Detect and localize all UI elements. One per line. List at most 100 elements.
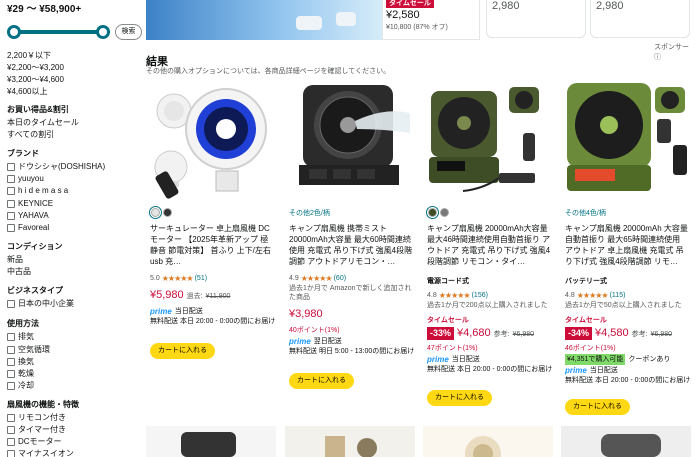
add-to-cart-button[interactable]: カートに入れる — [565, 399, 630, 415]
swatch-black[interactable] — [163, 208, 172, 217]
star-icon: ★★★★★ — [161, 274, 194, 283]
checkbox[interactable] — [7, 199, 15, 208]
usage-filter[interactable]: 空気循環 — [7, 344, 50, 355]
product-image[interactable] — [561, 426, 691, 457]
feature-filter[interactable]: マイナスイオン — [7, 448, 74, 457]
price[interactable]: ¥4,680 — [457, 328, 491, 339]
old-price: ¥6,980 — [512, 331, 535, 338]
swatch-white[interactable] — [149, 206, 162, 219]
brand-filter[interactable]: Favoreal — [7, 222, 49, 233]
swatch-gray[interactable] — [440, 208, 449, 217]
price[interactable]: ¥3,980 — [289, 309, 323, 320]
other-colors-link[interactable]: その他2色/柄 — [289, 208, 330, 219]
product-title[interactable]: キャンプ扇風機 携帯ミスト 20000mAh大容量 最大60時間連続使用 充電式… — [289, 223, 413, 267]
product-title[interactable]: キャンプ扇風機 20000mAh大容量 最大46時間連続使用自動首振り アウトド… — [427, 223, 551, 267]
checkbox[interactable] — [7, 223, 15, 232]
checkbox[interactable] — [7, 357, 15, 366]
sponsored-banner[interactable] — [146, 0, 382, 40]
checkbox[interactable] — [7, 425, 15, 434]
price-slider[interactable]: 検索 — [7, 24, 142, 40]
price-link-4[interactable]: ¥4,600以上 — [7, 86, 47, 97]
rating-value: 4.9 — [289, 275, 299, 282]
other-colors-link[interactable]: その他4色/柄 — [565, 208, 606, 219]
brand-filter[interactable]: KEYNICE — [7, 198, 53, 209]
brand-filter[interactable]: yuuyou — [7, 173, 44, 184]
rating[interactable]: 5.0 ★★★★★ (51) — [150, 273, 207, 284]
checkbox[interactable] — [7, 186, 15, 195]
checkbox[interactable] — [7, 211, 15, 220]
slider-min-handle[interactable] — [7, 25, 21, 39]
points: 40ポイント(1%) — [289, 327, 340, 334]
slider-max-handle[interactable] — [96, 25, 110, 39]
rating[interactable]: 4.8 ★★★★★ (156) — [427, 290, 488, 301]
coupon-row[interactable]: ¥4,351で購入可能 クーポンあり — [565, 354, 670, 365]
sponsored-deal-card[interactable]: タイムセール ¥2,580 ¥10,800 (87% オフ) — [382, 0, 480, 40]
points: 47ポイント(1%) — [427, 345, 478, 352]
rating[interactable]: 4.8 ★★★★★ (115) — [565, 290, 625, 301]
timesale-label: タイムセール — [565, 317, 607, 324]
deals-link-timesale[interactable]: 本日のタイムセール — [7, 117, 79, 128]
deals-link-all[interactable]: すべての割引 — [7, 129, 54, 140]
prime-icon: prime — [289, 337, 311, 346]
rating[interactable]: 4.9 ★★★★★ (60) — [289, 273, 346, 284]
checkbox[interactable] — [7, 437, 15, 446]
product-image[interactable] — [285, 77, 415, 201]
brand-filter[interactable]: YAHAVA — [7, 210, 49, 221]
prime-badge: prime 当日配送 — [565, 365, 618, 376]
discount-badge: -34% — [565, 327, 593, 340]
checkbox[interactable] — [7, 449, 15, 457]
product-image[interactable] — [146, 426, 276, 457]
review-count[interactable]: (156) — [472, 290, 488, 301]
usage-filter[interactable]: 換気 — [7, 356, 34, 367]
usage-filter[interactable]: 冷却 — [7, 380, 34, 391]
usage-filter[interactable]: 乾燥 — [7, 368, 34, 379]
checkbox[interactable] — [7, 369, 15, 378]
checkbox[interactable] — [7, 381, 15, 390]
condition-used-link[interactable]: 中古品 — [7, 266, 31, 277]
prime-badge: prime 当日配送 — [150, 306, 203, 317]
prime-badge: prime 当日配送 — [427, 354, 480, 365]
sponsored-card[interactable]: 2,980 — [590, 0, 690, 38]
product-title[interactable]: キャンプ扇風機 20000mAh 大容量 自動首振り 最大65時間連続使用 アウ… — [565, 223, 689, 267]
checkbox[interactable] — [7, 162, 15, 171]
business-filter[interactable]: 日本の中小企業 — [7, 298, 74, 309]
price-link-3[interactable]: ¥3,200〜¥4,600 — [7, 74, 64, 85]
product-image[interactable] — [285, 426, 415, 457]
feature-filter[interactable]: リモコン付き — [7, 412, 66, 423]
swatch-green[interactable] — [426, 206, 439, 219]
price[interactable]: ¥5,980 — [150, 290, 184, 301]
checkbox[interactable] — [7, 345, 15, 354]
add-to-cart-button[interactable]: カートに入れる — [289, 373, 354, 389]
price[interactable]: ¥4,580 — [595, 328, 629, 339]
slider-track[interactable] — [13, 30, 103, 34]
add-to-cart-button[interactable]: カートに入れる — [427, 390, 492, 406]
price-link-2[interactable]: ¥2,200〜¥3,200 — [7, 62, 64, 73]
product-image[interactable] — [146, 77, 276, 201]
feature-filter[interactable]: DCモーター — [7, 436, 62, 447]
price-link-1[interactable]: 2,200￥以下 — [7, 50, 51, 61]
product-title[interactable]: サーキュレーター 卓上扇風機 DC モーター 【2025年革新アップ 極静音 節… — [150, 223, 274, 267]
price-search-button[interactable]: 検索 — [115, 24, 142, 40]
product-image[interactable] — [423, 77, 553, 201]
sponsor-label[interactable]: スポンサー ⓘ — [654, 42, 695, 62]
brand-filter[interactable]: ドウシシャ(DOSHISHA) — [7, 161, 105, 172]
sponsored-card[interactable]: 2,980 — [486, 0, 586, 38]
checkbox[interactable] — [7, 299, 15, 308]
old-price: ¥6,980 — [650, 331, 673, 338]
feature-filter[interactable]: タイマー付き — [7, 424, 66, 435]
condition-new-link[interactable]: 新品 — [7, 254, 23, 265]
timesale-label: タイムセール — [427, 317, 469, 324]
add-to-cart-button[interactable]: カートに入れる — [150, 343, 215, 359]
review-count[interactable]: (51) — [195, 273, 207, 284]
checkbox[interactable] — [7, 174, 15, 183]
brand-filter[interactable]: h i d e m a s a — [7, 185, 68, 196]
usage-filter[interactable]: 排気 — [7, 331, 34, 342]
power-type-label: 電源コード式 — [427, 276, 469, 287]
checkbox[interactable] — [7, 332, 15, 341]
product-card: その他4色/柄 キャンプ扇風機 20000mAh 大容量 自動首振り 最大65時… — [561, 77, 691, 417]
review-count[interactable]: (115) — [610, 290, 626, 301]
review-count[interactable]: (60) — [334, 273, 346, 284]
product-image[interactable] — [423, 426, 553, 457]
product-image[interactable] — [561, 77, 691, 201]
checkbox[interactable] — [7, 413, 15, 422]
